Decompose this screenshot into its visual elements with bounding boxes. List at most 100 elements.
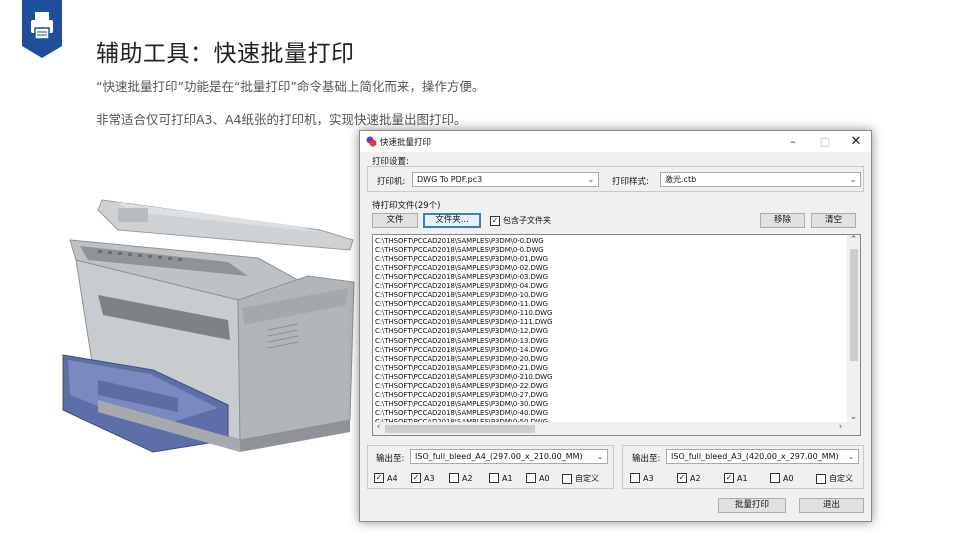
chevron-down-icon: ⌄ <box>847 452 855 461</box>
output-right-label: 输出至: <box>632 454 661 464</box>
vertical-scroll-thumb[interactable] <box>850 249 858 361</box>
checkbox-checked-icon: ✓ <box>411 473 421 483</box>
file-button[interactable]: 文件 <box>372 213 418 228</box>
checkbox-checked-icon: ✓ <box>677 473 687 483</box>
checkbox-unchecked-icon <box>770 473 780 483</box>
scroll-right-icon[interactable]: › <box>835 422 846 433</box>
file-list-item[interactable]: C:\THSOFT\PCCAD2018\SAMPLES\P3DM\0-0.DWG <box>375 237 845 246</box>
remove-button[interactable]: 移除 <box>760 213 805 228</box>
exit-button[interactable]: 退出 <box>799 498 864 513</box>
paper-size-checkbox[interactable]: ✓ A2 <box>677 473 701 483</box>
slide-title: 辅助工具：快速批量打印 <box>96 41 355 67</box>
file-list-item[interactable]: C:\THSOFT\PCCAD2018\SAMPLES\P3DM\0-03.DW… <box>375 273 845 282</box>
print-style-label: 打印样式: <box>612 177 649 187</box>
paper-size-checkbox[interactable]: 自定义 <box>816 473 853 484</box>
title-bar[interactable]: 快速批量打印 – □ ✕ <box>360 131 871 152</box>
paper-size-label: 自定义 <box>575 474 599 483</box>
paper-size-label: A3 <box>424 473 435 483</box>
checkbox-checked-icon: ✓ <box>490 215 500 226</box>
file-list-item[interactable]: C:\THSOFT\PCCAD2018\SAMPLES\P3DM\0-111.D… <box>375 318 845 327</box>
paper-size-checkbox[interactable]: A1 <box>489 473 513 483</box>
chevron-down-icon: ⌄ <box>596 452 604 461</box>
paper-size-checkbox[interactable]: 自定义 <box>562 473 599 484</box>
include-subfolders-checkbox[interactable]: ✓ 包含子文件夹 <box>490 215 551 226</box>
checkbox-unchecked-icon <box>630 473 640 483</box>
output-left-label: 输出至: <box>376 454 405 464</box>
batch-print-button[interactable]: 批量打印 <box>718 498 786 513</box>
output-right-select[interactable]: ISO_full_bleed_A3_(420.00_x_297.00_MM) ⌄ <box>666 449 859 464</box>
file-list-item[interactable]: C:\THSOFT\PCCAD2018\SAMPLES\P3DM\0-30.DW… <box>375 400 845 409</box>
file-list-item[interactable]: C:\THSOFT\PCCAD2018\SAMPLES\P3DM\0-02.DW… <box>375 264 845 273</box>
dialog-title: 快速批量打印 <box>380 138 432 148</box>
checkbox-unchecked-icon <box>562 473 572 484</box>
file-list-item[interactable]: C:\THSOFT\PCCAD2018\SAMPLES\P3DM\0-12.DW… <box>375 327 845 336</box>
paper-size-label: A3 <box>643 473 654 483</box>
file-list[interactable]: C:\THSOFT\PCCAD2018\SAMPLES\P3DM\0-0.DWG… <box>372 234 861 436</box>
scroll-left-icon[interactable]: ‹ <box>373 422 384 433</box>
include-subfolders-label: 包含子文件夹 <box>503 216 551 225</box>
printer-label: 打印机: <box>377 177 406 187</box>
paper-size-checkbox[interactable]: ✓ A1 <box>724 473 748 483</box>
file-list-item[interactable]: C:\THSOFT\PCCAD2018\SAMPLES\P3DM\0-10.DW… <box>375 291 845 300</box>
pending-files-label: 待打印文件(29个) <box>372 201 441 211</box>
print-badge-icon <box>22 0 62 58</box>
checkbox-unchecked-icon <box>816 473 826 484</box>
file-list-item[interactable]: C:\THSOFT\PCCAD2018\SAMPLES\P3DM\0-40.DW… <box>375 409 845 418</box>
printer-select[interactable]: DWG To PDF.pc3 ⌄ <box>412 172 599 187</box>
folder-button[interactable]: 文件夹... <box>423 213 481 228</box>
paper-size-label: A1 <box>737 473 748 483</box>
paper-size-checkbox[interactable]: ✓ A4 <box>374 473 398 483</box>
file-list-item[interactable]: C:\THSOFT\PCCAD2018\SAMPLES\P3DM\0-21.DW… <box>375 364 845 373</box>
checkbox-unchecked-icon <box>449 473 459 483</box>
paper-size-label: A2 <box>462 473 473 483</box>
minimize-icon[interactable]: – <box>778 132 808 151</box>
file-list-item[interactable]: C:\THSOFT\PCCAD2018\SAMPLES\P3DM\0-04.DW… <box>375 282 845 291</box>
chevron-down-icon: ⌄ <box>849 175 857 184</box>
horizontal-scrollbar[interactable]: ‹ › <box>373 422 860 435</box>
file-list-item[interactable]: C:\THSOFT\PCCAD2018\SAMPLES\P3DM\0-01.DW… <box>375 255 845 264</box>
quick-batch-print-dialog: 快速批量打印 – □ ✕ 打印设置: 打印机: DWG To PDF.pc3 ⌄… <box>359 130 872 522</box>
maximize-icon[interactable]: □ <box>810 132 840 151</box>
vertical-scrollbar[interactable]: ⌃ ⌄ <box>847 235 860 423</box>
output-left-select[interactable]: ISO_full_bleed_A4_(297.00_x_210.00_MM) ⌄ <box>410 449 608 464</box>
paper-size-checkbox[interactable]: A2 <box>449 473 473 483</box>
file-list-item[interactable]: C:\THSOFT\PCCAD2018\SAMPLES\P3DM\0-210.D… <box>375 373 845 382</box>
paper-size-label: A0 <box>783 473 794 483</box>
file-list-item[interactable]: C:\THSOFT\PCCAD2018\SAMPLES\P3DM\0-14.DW… <box>375 346 845 355</box>
printer-photo <box>62 199 355 453</box>
scroll-up-icon[interactable]: ⌃ <box>848 235 859 246</box>
paper-size-checkbox[interactable]: A0 <box>770 473 794 483</box>
file-list-item[interactable]: C:\THSOFT\PCCAD2018\SAMPLES\P3DM\0-110.D… <box>375 309 845 318</box>
app-icon <box>366 136 377 147</box>
horizontal-scroll-thumb[interactable] <box>385 425 535 433</box>
paper-size-label: A0 <box>539 473 550 483</box>
file-list-item[interactable]: C:\THSOFT\PCCAD2018\SAMPLES\P3DM\0-13.DW… <box>375 337 845 346</box>
file-list-item[interactable]: C:\THSOFT\PCCAD2018\SAMPLES\P3DM\0-27.DW… <box>375 391 845 400</box>
paper-size-label: A1 <box>502 473 513 483</box>
paper-size-label: 自定义 <box>829 474 853 483</box>
paper-size-label: A4 <box>387 473 398 483</box>
slide-description-line-1: “快速批量打印”功能是在“批量打印”命令基础上简化而来，操作方便。 <box>96 79 485 94</box>
file-list-item[interactable]: C:\THSOFT\PCCAD2018\SAMPLES\P3DM\0-20.DW… <box>375 355 845 364</box>
paper-size-checkbox[interactable]: A3 <box>630 473 654 483</box>
file-list-item[interactable]: C:\THSOFT\PCCAD2018\SAMPLES\P3DM\0-0.DWG <box>375 246 845 255</box>
checkbox-checked-icon: ✓ <box>374 473 384 483</box>
paper-size-checkbox[interactable]: ✓ A3 <box>411 473 435 483</box>
paper-size-label: A2 <box>690 473 701 483</box>
output-right-select-value: ISO_full_bleed_A3_(420.00_x_297.00_MM) <box>671 452 839 461</box>
paper-size-checkbox[interactable]: A0 <box>526 473 550 483</box>
file-list-items: C:\THSOFT\PCCAD2018\SAMPLES\P3DM\0-0.DWG… <box>375 237 845 427</box>
checkbox-unchecked-icon <box>489 473 499 483</box>
slide-description-line-2: 非常适合仅可打印A3、A4纸张的打印机，实现快速批量出图打印。 <box>96 112 467 127</box>
checkbox-checked-icon: ✓ <box>724 473 734 483</box>
print-style-select[interactable]: 激光.ctb ⌄ <box>660 172 861 187</box>
printer-select-value: DWG To PDF.pc3 <box>417 175 483 184</box>
clear-button[interactable]: 清空 <box>811 213 856 228</box>
output-left-select-value: ISO_full_bleed_A4_(297.00_x_210.00_MM) <box>415 452 583 461</box>
print-style-select-value: 激光.ctb <box>665 175 697 184</box>
file-list-item[interactable]: C:\THSOFT\PCCAD2018\SAMPLES\P3DM\0-22.DW… <box>375 382 845 391</box>
close-icon[interactable]: ✕ <box>841 132 871 151</box>
chevron-down-icon: ⌄ <box>587 175 595 184</box>
checkbox-unchecked-icon <box>526 473 536 483</box>
file-list-item[interactable]: C:\THSOFT\PCCAD2018\SAMPLES\P3DM\0-11.DW… <box>375 300 845 309</box>
